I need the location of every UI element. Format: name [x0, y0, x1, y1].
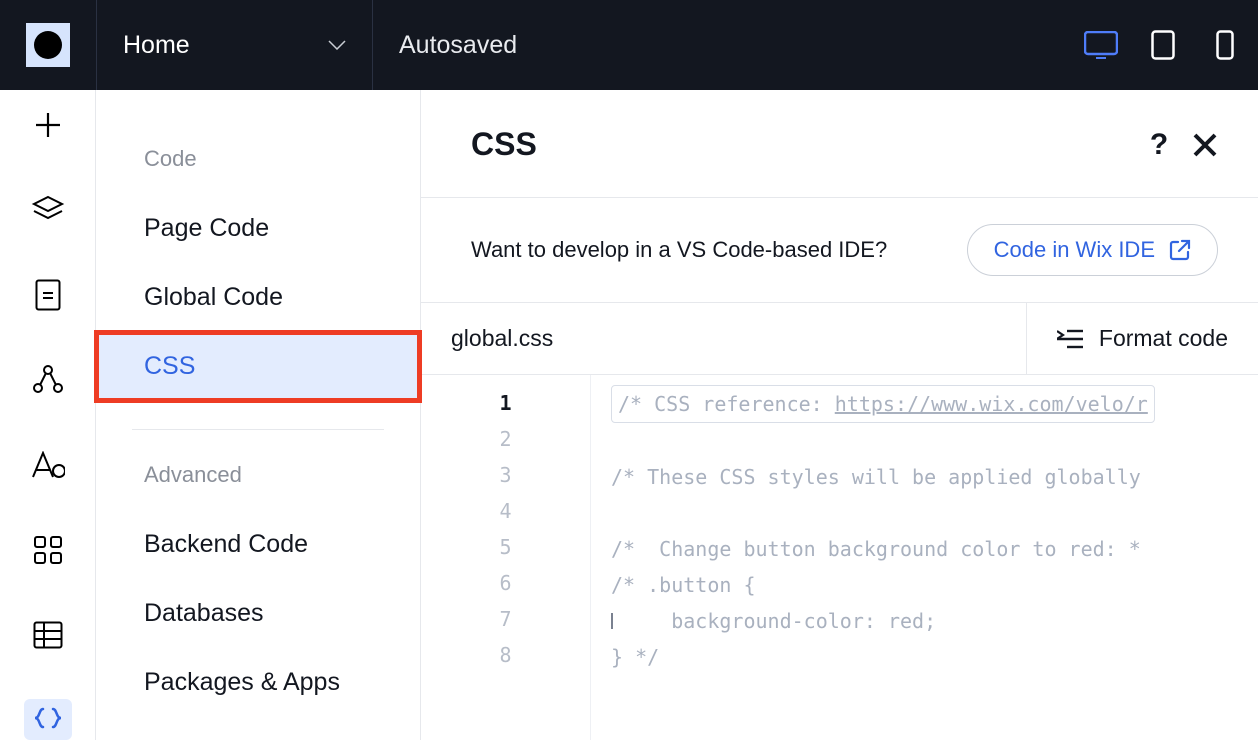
file-name: global.css: [421, 303, 1026, 374]
content-panel: CSS ? Want to develop in a VS Code-based…: [421, 90, 1258, 740]
code-url[interactable]: https://www.wix.com/velo/r: [835, 392, 1148, 416]
line-number: 6: [421, 565, 590, 601]
format-code-button[interactable]: Format code: [1026, 303, 1258, 374]
app-logo: [26, 23, 70, 67]
mobile-view-button[interactable]: [1208, 32, 1242, 58]
code-sidebar: Code Page Code Global Code CSS Advanced …: [96, 90, 421, 740]
content-header: CSS ?: [421, 90, 1258, 198]
format-icon: [1057, 328, 1083, 350]
sidebar-item-backend-code[interactable]: Backend Code: [96, 510, 420, 579]
code-in-wix-ide-button[interactable]: Code in Wix IDE: [967, 224, 1218, 276]
page-icon[interactable]: [24, 274, 72, 315]
page-selector[interactable]: Home: [97, 0, 372, 90]
tablet-view-button[interactable]: [1146, 32, 1180, 58]
line-number: 1: [421, 385, 590, 421]
device-switcher: [1084, 32, 1258, 58]
code-icon[interactable]: [24, 699, 72, 740]
external-link-icon: [1169, 239, 1191, 261]
sidebar-item-page-code[interactable]: Page Code: [96, 194, 420, 263]
ide-prompt-text: Want to develop in a VS Code-based IDE?: [471, 237, 887, 263]
typography-icon[interactable]: [24, 444, 72, 485]
editor-content[interactable]: /* CSS reference: https://www.wix.com/ve…: [591, 375, 1258, 740]
sidebar-item-global-code[interactable]: Global Code: [96, 263, 420, 332]
content-title: CSS: [471, 126, 1148, 163]
code-editor[interactable]: 1 2 3 4 5 6 7 8 /* CSS reference: https:…: [421, 375, 1258, 740]
sidebar-heading-code: Code: [96, 146, 420, 194]
database-icon[interactable]: [24, 614, 72, 655]
file-bar: global.css Format code: [421, 303, 1258, 375]
sidebar-item-packages[interactable]: Packages & Apps: [96, 648, 420, 717]
desktop-view-button[interactable]: [1084, 32, 1118, 58]
apps-icon[interactable]: [24, 529, 72, 570]
close-icon[interactable]: [1192, 132, 1218, 158]
sidebar-item-css[interactable]: CSS: [96, 332, 420, 401]
chevron-down-icon: [328, 40, 346, 50]
top-bar: Home Autosaved: [0, 0, 1258, 90]
page-selector-label: Home: [123, 31, 190, 60]
line-number: 4: [421, 493, 590, 529]
ide-button-label: Code in Wix IDE: [994, 237, 1155, 263]
help-icon[interactable]: ?: [1148, 130, 1170, 160]
line-number: 2: [421, 421, 590, 457]
sidebar-divider: [132, 429, 384, 430]
sidebar-item-databases[interactable]: Databases: [96, 579, 420, 648]
format-button-label: Format code: [1099, 325, 1228, 352]
sidebar-heading-advanced: Advanced: [96, 462, 420, 510]
left-toolbar: [0, 90, 96, 740]
line-number: 7: [421, 601, 590, 637]
share-icon[interactable]: [24, 359, 72, 400]
line-number: 8: [421, 637, 590, 673]
svg-text:?: ?: [1150, 130, 1168, 160]
app-logo-button[interactable]: [0, 0, 96, 90]
line-number: 3: [421, 457, 590, 493]
editor-gutter: 1 2 3 4 5 6 7 8: [421, 375, 591, 740]
autosave-status: Autosaved: [373, 31, 543, 60]
add-button[interactable]: [24, 104, 72, 145]
ide-prompt-bar: Want to develop in a VS Code-based IDE? …: [421, 198, 1258, 303]
line-number: 5: [421, 529, 590, 565]
layers-icon[interactable]: [24, 189, 72, 230]
